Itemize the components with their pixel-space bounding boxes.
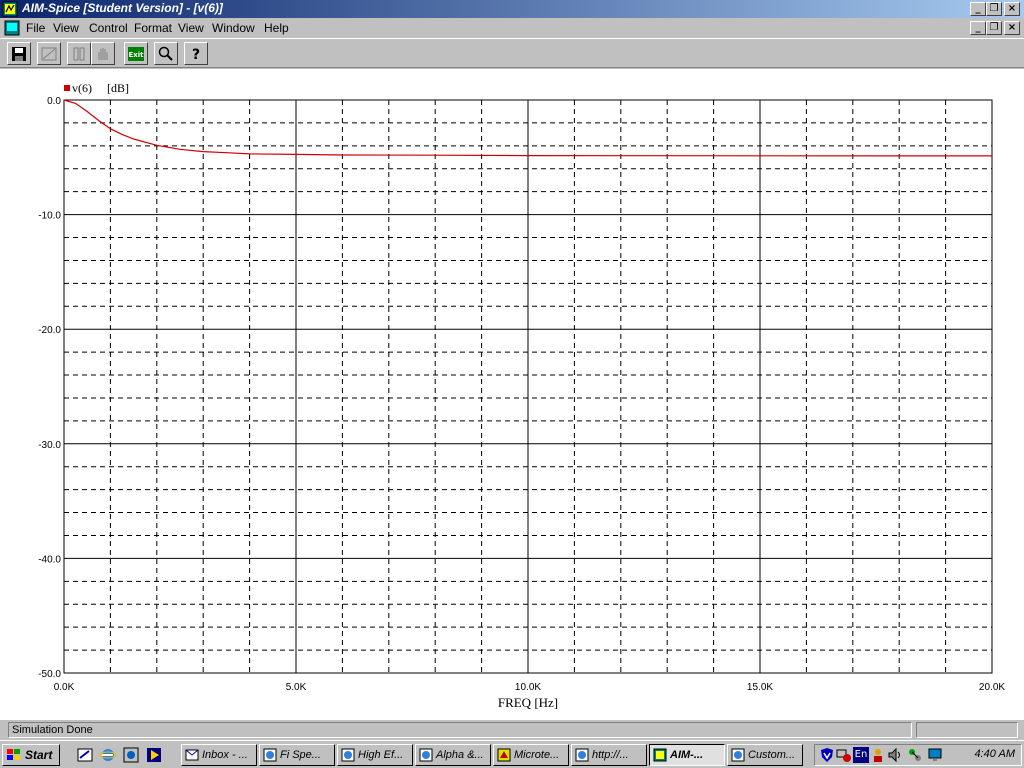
task-fi-spe-label: Fi Spe...	[280, 749, 321, 761]
task-fi-spe[interactable]: Fi Spe...	[259, 744, 335, 766]
x-tick-label: 15.0K	[747, 682, 773, 693]
help-label: ?	[192, 47, 200, 62]
title-bar: AIM-Spice [Student Version] - [v(6)] _ ❐…	[0, 0, 1024, 18]
restore-button[interactable]: ❐	[986, 2, 1002, 16]
erase-button[interactable]	[37, 42, 61, 65]
taskbar: Start Inbox - ... Fi Spe... High Ef... A…	[0, 740, 1024, 768]
status-bar: Simulation Done	[0, 720, 1024, 740]
save-icon	[12, 47, 26, 61]
y-tick-label: -10.0	[38, 211, 61, 222]
document-icon[interactable]	[4, 20, 20, 36]
save-button[interactable]	[7, 42, 31, 65]
menu-format[interactable]: Format	[134, 21, 172, 35]
menu-view-2[interactable]: View	[178, 21, 204, 35]
menu-bar: File View Control Format View Window Hel…	[0, 18, 1024, 38]
doc-restore-button[interactable]: ❐	[986, 21, 1002, 35]
menu-file[interactable]: File	[26, 21, 45, 35]
pause-button[interactable]	[67, 42, 91, 65]
legend-label: v(6)	[72, 81, 92, 95]
internet-explorer-icon[interactable]	[99, 746, 117, 764]
doc-minimize-button[interactable]: _	[970, 21, 986, 35]
y-tick-label: -50.0	[38, 669, 61, 680]
task-http-label: http://...	[592, 749, 629, 761]
clock: 4:40 AM	[974, 748, 1015, 760]
task-custom[interactable]: Custom...	[727, 744, 803, 766]
menu-help[interactable]: Help	[264, 21, 289, 35]
aimspice-app-icon[interactable]	[2, 1, 18, 17]
frequency-response-chart: 0.0 -10.0 -20.0 -30.0 -40.0 -50.0 0.0K 5.0K 10.0…	[38, 81, 1005, 710]
x-tick-label: 5.0K	[286, 682, 307, 693]
task-alpha-label: Alpha &...	[436, 749, 484, 761]
menu-window[interactable]: Window	[212, 21, 255, 35]
media-player-icon[interactable]	[145, 746, 163, 764]
task-microte-label: Microte...	[514, 749, 560, 761]
erase-icon	[41, 47, 57, 61]
language-indicator[interactable]: En	[853, 747, 869, 763]
ie-page-icon	[575, 748, 589, 762]
x-axis-label: FREQ [Hz]	[498, 695, 558, 710]
inbox-icon	[185, 749, 199, 761]
y-tick-label: -40.0	[38, 554, 61, 565]
task-custom-label: Custom...	[748, 749, 796, 761]
toolbar: Exit ?	[0, 38, 1024, 68]
zoom-button[interactable]	[154, 42, 178, 65]
x-tick-label: 0.0K	[54, 682, 75, 693]
x-tick-label: 10.0K	[515, 682, 541, 693]
menu-control[interactable]: Control	[89, 21, 128, 35]
ie-page-icon	[263, 748, 277, 762]
task-microte[interactable]: Microte...	[493, 744, 569, 766]
app-icon	[497, 748, 511, 762]
help-button[interactable]: ?	[184, 42, 208, 65]
monitor-icon[interactable]	[927, 747, 943, 763]
legend-unit: [dB]	[107, 81, 129, 95]
exit-button[interactable]: Exit	[124, 42, 148, 65]
ie-page-icon	[341, 748, 355, 762]
network-icon[interactable]	[836, 747, 852, 763]
window-title: AIM-Spice [Student Version] - [v(6)]	[22, 1, 223, 15]
task-aim-spice-label: AIM-...	[670, 749, 703, 761]
plot-area: 0.0 -10.0 -20.0 -30.0 -40.0 -50.0 0.0K 5.0K 10.0…	[0, 69, 1024, 720]
task-high-ef-label: High Ef...	[358, 749, 404, 761]
legend-swatch	[64, 85, 70, 91]
close-button[interactable]: ×	[1004, 2, 1020, 16]
volume-icon[interactable]	[887, 747, 903, 763]
task-inbox[interactable]: Inbox - ...	[181, 744, 257, 766]
ie-page-icon	[731, 748, 745, 762]
task-inbox-label: Inbox - ...	[202, 749, 248, 761]
task-http[interactable]: http://...	[571, 744, 647, 766]
task-alpha[interactable]: Alpha &...	[415, 744, 491, 766]
windows-logo-icon	[7, 749, 20, 760]
exit-icon: Exit	[128, 47, 144, 61]
outlook-express-icon[interactable]	[76, 746, 94, 764]
start-button[interactable]: Start	[2, 744, 60, 766]
task-aim-spice[interactable]: AIM-...	[649, 744, 725, 766]
ie-page-icon	[419, 748, 433, 762]
system-tray: En 4:40 AM	[814, 744, 1022, 766]
hand-icon	[98, 48, 108, 60]
y-tick-label: 0.0	[47, 96, 61, 107]
user-icon[interactable]	[870, 747, 886, 763]
status-text: Simulation Done	[8, 722, 912, 738]
menu-view[interactable]: View	[53, 21, 79, 35]
hand-button[interactable]	[91, 42, 115, 65]
shield-icon[interactable]	[819, 747, 835, 763]
zoom-icon	[158, 46, 173, 61]
connection-icon[interactable]	[907, 747, 923, 763]
exit-label: Exit	[128, 51, 144, 59]
doc-close-button[interactable]: ×	[1004, 21, 1020, 35]
start-label: Start	[25, 748, 53, 762]
task-high-ef[interactable]: High Ef...	[337, 744, 413, 766]
help-icon: ?	[192, 47, 200, 62]
aimspice-icon	[653, 748, 667, 762]
minimize-button[interactable]: _	[970, 2, 986, 16]
status-field-secondary	[916, 722, 1018, 738]
pause-icon	[73, 47, 85, 61]
y-tick-label: -30.0	[38, 440, 61, 451]
y-tick-label: -20.0	[38, 325, 61, 336]
x-tick-label: 20.0K	[979, 682, 1005, 693]
channels-icon[interactable]	[122, 746, 140, 764]
